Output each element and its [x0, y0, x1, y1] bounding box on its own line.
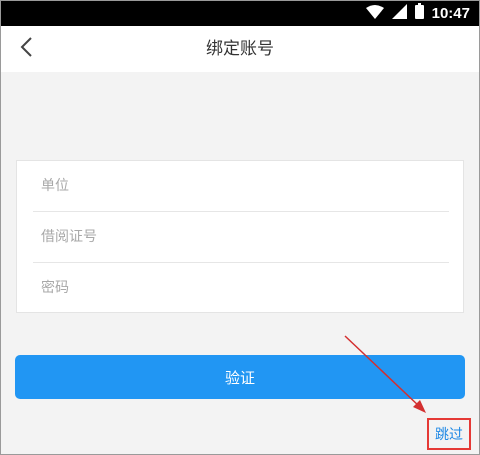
unit-input[interactable] [33, 161, 449, 211]
unit-row [33, 161, 449, 211]
back-button[interactable] [8, 31, 44, 67]
password-row [33, 263, 449, 313]
verify-button[interactable]: 验证 [15, 355, 465, 399]
signal-icon [391, 3, 407, 23]
password-input[interactable] [33, 263, 449, 313]
page-title: 绑定账号 [206, 39, 274, 59]
chevron-left-icon [19, 36, 33, 62]
card-number-input[interactable] [33, 212, 449, 262]
skip-link[interactable]: 跳过 [435, 424, 463, 444]
card-number-row [33, 212, 449, 262]
login-form [16, 160, 464, 313]
skip-button[interactable]: 跳过 [427, 418, 471, 450]
status-icons: 10:47 [365, 0, 470, 26]
battery-icon [414, 3, 424, 23]
status-bar: 10:47 [0, 0, 480, 26]
status-time: 10:47 [431, 4, 470, 22]
nav-bar: 绑定账号 [0, 26, 480, 72]
wifi-icon [365, 4, 384, 23]
